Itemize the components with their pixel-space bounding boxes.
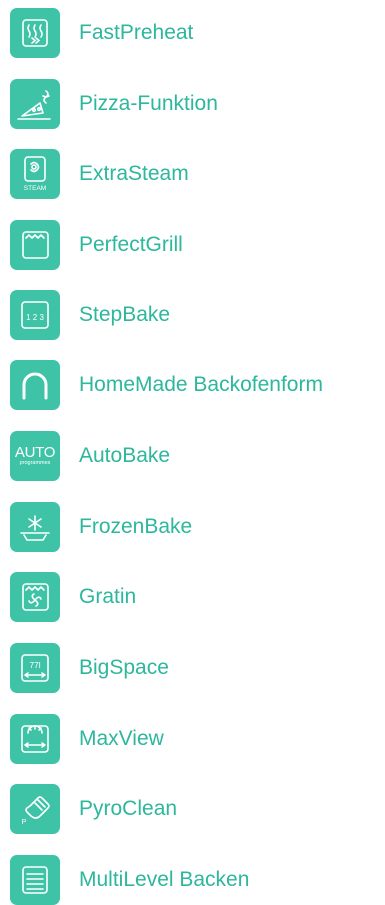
homemade-oven-shape-icon xyxy=(10,360,60,410)
feature-row-bigspace: 77l BigSpace xyxy=(0,643,385,693)
feature-label: PyroClean xyxy=(79,797,178,820)
feature-label: Gratin xyxy=(79,585,137,608)
max-view-icon xyxy=(10,714,60,764)
svg-text:STEAM: STEAM xyxy=(24,185,46,192)
feature-label: StepBake xyxy=(79,303,171,326)
pyro-clean-icon: P xyxy=(10,784,60,834)
gratin-icon xyxy=(10,572,60,622)
grill-icon xyxy=(10,220,60,270)
feature-row-multilevel: MultiLevel Backen xyxy=(0,855,385,905)
svg-text:1 2 3: 1 2 3 xyxy=(26,313,44,322)
feature-label: FastPreheat xyxy=(79,21,194,44)
feature-row-pyroclean: P PyroClean xyxy=(0,784,385,834)
svg-text:P: P xyxy=(22,819,27,826)
feature-label: AutoBake xyxy=(79,444,171,467)
feature-row-perfectgrill: PerfectGrill xyxy=(0,220,385,270)
feature-row-extrasteam: STEAM ExtraSteam xyxy=(0,149,385,199)
feature-row-pizza: Pizza-Funktion xyxy=(0,79,385,129)
feature-row-fastpreheat: FastPreheat xyxy=(0,8,385,58)
frozen-bake-icon xyxy=(10,502,60,552)
feature-label: MultiLevel Backen xyxy=(79,868,250,891)
feature-row-stepbake: 1 2 3 StepBake xyxy=(0,290,385,340)
feature-row-maxview: MaxView xyxy=(0,714,385,764)
steam-icon: STEAM xyxy=(10,149,60,199)
feature-label: BigSpace xyxy=(79,656,169,679)
svg-text:77l: 77l xyxy=(29,660,40,670)
feature-label: FrozenBake xyxy=(79,515,193,538)
feature-label: HomeMade Backofenform xyxy=(79,373,323,396)
feature-label: ExtraSteam xyxy=(79,162,189,185)
feature-label: MaxView xyxy=(79,727,164,750)
big-space-icon: 77l xyxy=(10,643,60,693)
feature-row-homemade: HomeMade Backofenform xyxy=(0,360,385,410)
feature-row-frozenbake: FrozenBake xyxy=(0,502,385,552)
feature-row-gratin: Gratin xyxy=(0,572,385,622)
fast-preheat-icon xyxy=(10,8,60,58)
step-bake-icon: 1 2 3 xyxy=(10,290,60,340)
feature-label: PerfectGrill xyxy=(79,233,183,256)
pizza-icon xyxy=(10,79,60,129)
feature-label: Pizza-Funktion xyxy=(79,92,218,115)
auto-programmes-icon: AUTO programmes xyxy=(10,431,60,481)
multilevel-icon xyxy=(10,855,60,905)
feature-row-autobake: AUTO programmes AutoBake xyxy=(0,431,385,481)
